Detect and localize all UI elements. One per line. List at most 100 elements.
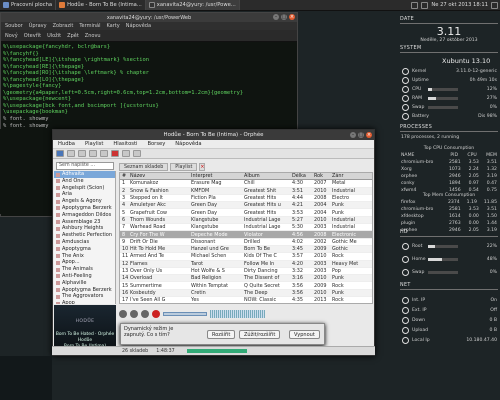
column-header[interactable]: Žánr [330, 173, 370, 179]
terminal-menu-item[interactable]: Karty [106, 23, 119, 29]
column-header[interactable]: Rok [312, 173, 330, 179]
column-header[interactable]: Název [128, 173, 189, 179]
orphee-menu-item[interactable]: Nápověda [175, 141, 201, 147]
terminal-menu-item[interactable]: Terminál [79, 23, 100, 29]
table-row[interactable]: 15 Summertime Within Temptat Q Quite Secret… [120, 282, 372, 290]
terminal-menu-item[interactable]: Soubor [5, 23, 23, 29]
artist-list[interactable]: Adhvaita And One Angelspit (Scion) Aria Ange… [54, 171, 116, 304]
terminal-tool-button[interactable]: Zpět [67, 33, 79, 39]
open-icon[interactable] [56, 150, 64, 157]
close-tab-icon[interactable]: × [199, 162, 206, 171]
orphee-menu-item[interactable]: Hlasitosti [113, 141, 137, 147]
orphee-titlebar[interactable]: Hodůe - Born To Be (Intima) - Orphée – □… [53, 130, 374, 140]
artist-list-item[interactable]: The Aggrovators [54, 293, 115, 300]
table-row[interactable]: 16 Kosbeutdy Cretin The Deep 3:56 2010 Punk [120, 289, 372, 298]
next-icon[interactable] [141, 310, 149, 318]
shuffle-icon[interactable] [89, 150, 97, 157]
orphee-menu-item[interactable]: Hudba [58, 141, 75, 147]
power-icon[interactable] [491, 1, 498, 9]
column-header[interactable]: Album [242, 173, 290, 179]
artist-list-item[interactable]: Apoptygma Berzerk [54, 287, 115, 294]
narrow-expand-button[interactable]: Zúžit/rozšířit [239, 330, 281, 339]
seek-bar[interactable] [163, 312, 207, 316]
taskbar-item-desktop[interactable]: Pracovní plocha [0, 0, 57, 10]
repeat-icon[interactable] [100, 150, 108, 157]
tab-playlist[interactable]: Playlist [170, 162, 198, 171]
artist-list-item[interactable]: Alphaville [54, 280, 115, 287]
artist-list-item[interactable]: Apop... [54, 259, 115, 266]
column-header[interactable]: Délka [290, 173, 312, 179]
close-icon[interactable]: × [366, 132, 372, 138]
artist-list-item[interactable]: Assemblage 23 [54, 219, 115, 226]
minimize-icon[interactable]: – [350, 132, 356, 138]
table-row[interactable]: 13 Over Only Us Hot Wolfe & S Dirty Dancing… [120, 268, 372, 276]
terminal-tool-button[interactable]: Uložit [47, 33, 61, 39]
artist-list-item[interactable]: Adhvaita [54, 171, 115, 178]
artist-list-item[interactable]: Ashbury Heights [54, 225, 115, 232]
artist-list-item[interactable]: Anti-Feeling [54, 273, 115, 280]
artist-list-item[interactable]: The Anix [54, 253, 115, 260]
taskbar-item-terminal[interactable]: xanavita24@yury: /usr/Powe... [145, 0, 240, 10]
orphee-menu-item[interactable]: Borsey [147, 141, 165, 147]
terminal-tool-button[interactable]: Znovu [85, 33, 101, 39]
table-row[interactable]: 12 Flames Tarot Follow Me In 4:20 2003 Heavy M… [120, 260, 372, 268]
equalizer-icon[interactable] [133, 150, 141, 157]
orphee-window[interactable]: Hodůe - Born To Be (Intima) - Orphée – □… [52, 129, 375, 356]
table-row[interactable]: 10 Hit To Hold Me Hanzel und Gre Born To Be… [120, 245, 372, 254]
volume-slider[interactable] [186, 349, 247, 353]
table-row[interactable]: 8 Cry For The W Depeche Mode Violator 4:56 20… [120, 231, 372, 239]
settings-icon[interactable] [122, 150, 130, 157]
terminal-titlebar[interactable]: xanavita24@yury: /usr/PowerWeb – □ × [1, 13, 297, 22]
artist-list-item[interactable]: Angelspit (Scion) [54, 185, 115, 192]
volume-icon[interactable] [421, 1, 429, 9]
search-input[interactable]: Sem napište ... [56, 162, 114, 170]
table-row[interactable]: 3 Stepped on It Fiction Pla Greatest Hits 4:… [120, 195, 372, 203]
artist-list-item[interactable]: And One [54, 178, 115, 185]
tab-tracklist[interactable]: Seznam skladeb [119, 162, 169, 171]
panel-clock[interactable]: Ne 27 okt 2013 18:11 [431, 2, 488, 8]
artist-list-item[interactable]: Amduscias [54, 239, 115, 246]
table-row[interactable]: 5 Grapefruit Cow Green Day Greatest Hits 3:5… [120, 209, 372, 217]
table-row[interactable]: 6 Thorn Wounds Klangstube Industrial Lage 5:… [120, 216, 372, 225]
table-row[interactable]: 9 Drift Or Die Dissonant Drilled 4:02 2002 Got… [120, 239, 372, 246]
terminal-tool-button[interactable]: Otevřít [24, 33, 41, 39]
add-icon[interactable] [67, 150, 75, 157]
table-row[interactable]: 17 I've Seen All G Yes NOW: Classic 4:35 2013… [120, 297, 372, 303]
orphee-menu-item[interactable]: Playlist [85, 141, 103, 147]
artist-list-item[interactable]: Apoptygma [54, 246, 115, 253]
terminal-menu-item[interactable]: Nápověda [126, 23, 151, 29]
table-row[interactable]: 2 Snow & Fashion KMFDM Greatest Shit 3:51 201… [120, 187, 372, 195]
artist-list-item[interactable]: Armageddon Dildos [54, 212, 115, 219]
artist-list-item[interactable]: The Animals [54, 266, 115, 273]
stop-icon[interactable] [111, 150, 119, 157]
home-label: Home [412, 257, 426, 262]
expand-button[interactable]: Rozšířit [207, 330, 236, 339]
table-row[interactable]: 1 Komunakoz Erasure Mag Chill 4:30 2007 Metal [120, 180, 372, 188]
table-row[interactable]: 4 Amuletyer Akc Green Day Greatest Hits u 4:… [120, 202, 372, 210]
minimize-icon[interactable]: – [273, 14, 279, 20]
list-icon[interactable] [78, 150, 86, 157]
maximize-icon[interactable]: □ [281, 14, 287, 20]
table-row[interactable]: 7 Warhead Road Klangstube Industrial Lage 5:… [120, 224, 372, 232]
column-header[interactable]: # [120, 173, 128, 179]
terminal-tool-button[interactable]: Nový [5, 33, 18, 39]
maximize-icon[interactable]: □ [358, 132, 364, 138]
terminal-menu-item[interactable]: Zobrazit [53, 23, 74, 29]
disable-button[interactable]: Vypnout [289, 330, 320, 339]
artist-list-item[interactable]: Angels & Agony [54, 198, 115, 205]
close-icon[interactable]: × [289, 14, 295, 20]
previous-icon[interactable] [119, 310, 127, 318]
record-icon[interactable] [152, 310, 160, 318]
play-icon[interactable] [130, 310, 138, 318]
terminal-menu-item[interactable]: Úpravy [29, 23, 47, 29]
artist-list-item[interactable]: Apop [54, 300, 115, 304]
taskbar-item-orphee[interactable]: Hodůe - Born To Be (Intima... [56, 0, 146, 10]
artist-list-item[interactable]: Aria [54, 191, 115, 198]
table-row[interactable]: 11 Armed And Te Michael Schen Kids Of The C… [120, 253, 372, 261]
network-icon[interactable] [411, 1, 419, 9]
artist-list-item[interactable]: Apoptygma Berzerk [54, 205, 115, 212]
track-table[interactable]: # Název Interpret Album Délka Rok Žánr 1 Komuna… [119, 172, 373, 304]
artist-list-item[interactable]: Aesthetic Perfection [54, 232, 115, 239]
table-row[interactable]: 14 Overload Bad Religion The Dissent of 3:16… [120, 275, 372, 283]
column-header[interactable]: Interpret [189, 173, 242, 179]
